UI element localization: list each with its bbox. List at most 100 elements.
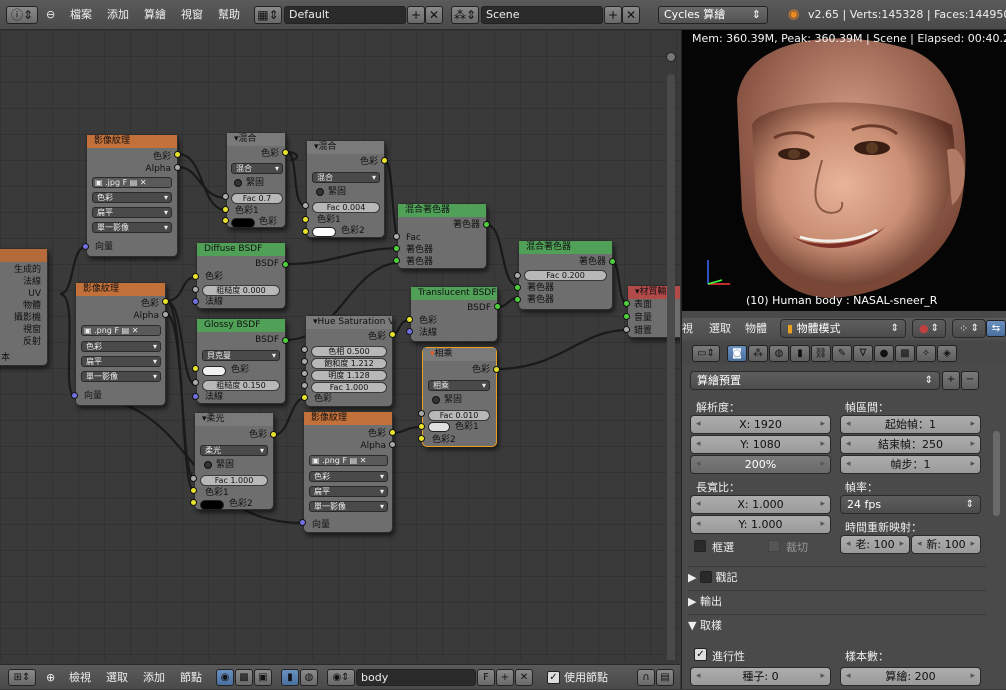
socket[interactable] <box>190 487 197 494</box>
crop-checkbox[interactable] <box>768 540 780 552</box>
menu-select[interactable]: 選取 <box>709 318 731 340</box>
socket[interactable] <box>514 296 521 303</box>
socket[interactable] <box>282 261 289 268</box>
socket[interactable] <box>192 365 199 372</box>
socket[interactable] <box>393 245 400 252</box>
socket[interactable] <box>71 392 78 399</box>
saturation-slider[interactable]: 飽和度 1.212 <box>311 358 387 369</box>
node-mix-shader-1[interactable]: 混合著色器 著色器 Fac 著色器 著色器 <box>397 203 487 269</box>
color-swatch[interactable] <box>202 366 226 376</box>
resolution-y-field[interactable]: Y: 1080 <box>690 435 831 454</box>
projection-dropdown[interactable]: 扁平 <box>309 486 388 497</box>
socket[interactable] <box>406 316 413 323</box>
fac-slider[interactable]: Fac 1.000 <box>200 475 268 486</box>
color2-swatch[interactable] <box>231 218 255 228</box>
image-selector[interactable]: ▣ .png F ▤ ✕ <box>81 325 161 336</box>
socket[interactable] <box>192 393 199 400</box>
frame-step-field[interactable]: 幀步：1 <box>840 455 981 474</box>
screen-layout-field[interactable]: Default <box>284 6 406 24</box>
socket[interactable] <box>514 284 521 291</box>
socket[interactable] <box>483 221 490 228</box>
socket[interactable] <box>389 441 396 448</box>
seed-field[interactable]: 種子: 0 <box>690 667 831 686</box>
fac-slider[interactable]: Fac 1.000 <box>311 382 387 393</box>
node-image-texture-1[interactable]: 影像紋理 色彩 Alpha ▣ .jpg F ▤ ✕ 色彩 扁平 單一影像 向量 <box>86 134 178 257</box>
fac-slider[interactable]: Fac 0.010 <box>428 410 490 421</box>
particles-tab-icon[interactable]: ✧ <box>916 345 936 362</box>
menu-view[interactable]: 視 <box>682 318 693 340</box>
socket[interactable] <box>301 370 308 377</box>
socket[interactable] <box>301 346 308 353</box>
blend-type-dropdown[interactable]: 混合 <box>312 172 380 183</box>
clamp-checkbox[interactable] <box>204 461 212 469</box>
hue-slider[interactable]: 色相 0.500 <box>311 346 387 357</box>
material-fake-user-button[interactable]: F <box>477 669 495 686</box>
socket[interactable] <box>270 431 277 438</box>
menu-file[interactable]: 檔案 <box>70 0 92 30</box>
render-presets-dropdown[interactable]: 算繪預置 <box>690 371 940 390</box>
node-image-texture-3[interactable]: 影像紋理 色彩 Alpha ▣ .png F ▤ ✕ 色彩 扁平 單一影像 向量 <box>303 411 393 533</box>
start-frame-field[interactable]: 起始幀：1 <box>840 415 981 434</box>
color-space-dropdown[interactable]: 色彩 <box>309 471 388 482</box>
projection-dropdown[interactable]: 扁平 <box>81 356 161 367</box>
physics-tab-icon[interactable]: ◈ <box>937 345 957 362</box>
shader-nodes-icon[interactable]: ◉ <box>216 669 234 686</box>
socket[interactable] <box>393 233 400 240</box>
snap-icon[interactable]: ∩ <box>637 669 655 686</box>
node-soft-light[interactable]: ▾柔光 色彩 柔光 緊固 Fac 1.000 色彩1 色彩2 <box>194 412 274 510</box>
socket[interactable] <box>623 300 630 307</box>
socket[interactable] <box>192 286 199 293</box>
menu-object[interactable]: 物體 <box>745 318 767 340</box>
roughness-slider[interactable]: 粗糙度 0.150 <box>202 380 280 391</box>
remap-new-field[interactable]: 新: 100 <box>911 535 981 554</box>
material-tab-sphere-icon[interactable]: ● <box>874 345 894 362</box>
roughness-slider[interactable]: 粗糙度 0.000 <box>202 285 280 296</box>
fac-slider[interactable]: Fac 0.004 <box>312 202 380 213</box>
pivot-dropdown[interactable]: ⁘ <box>952 319 986 338</box>
menu-help[interactable]: 幫助 <box>218 0 240 30</box>
resolution-x-field[interactable]: X: 1920 <box>690 415 831 434</box>
socket[interactable] <box>192 379 199 386</box>
stamp-checkbox[interactable] <box>699 571 712 583</box>
fac-slider[interactable]: Fac 0.7 <box>231 193 283 204</box>
modifiers-tab-wrench-icon[interactable]: ✎ <box>832 345 852 362</box>
socket[interactable] <box>514 272 521 279</box>
socket[interactable] <box>222 193 229 200</box>
border-checkbox[interactable] <box>694 540 706 552</box>
socket[interactable] <box>190 499 197 506</box>
node-editor[interactable]: 生成的 法線 UV 物體 攝影機 視窗 反射 本 影像紋理 色彩 Alpha ▣… <box>0 30 680 660</box>
node-glossy-bsdf[interactable]: Glossy BSDF BSDF 貝克曼 色彩 粗糙度 0.150 法線 <box>196 318 286 404</box>
socket[interactable] <box>418 410 425 417</box>
world-shader-icon[interactable]: ◍ <box>300 669 318 686</box>
menu-node[interactable]: 節點 <box>180 665 202 690</box>
stamp-panel-header[interactable]: ▶ 戳記 <box>688 566 986 588</box>
scene-field[interactable]: Scene <box>481 6 603 24</box>
texture-nodes-icon[interactable]: ▩ <box>235 669 253 686</box>
unlink-material-button[interactable]: ✕ <box>515 669 533 686</box>
fps-dropdown[interactable]: 24 fps <box>840 495 981 514</box>
scene-icon[interactable]: ⁂⇕ <box>451 6 479 24</box>
socket[interactable] <box>302 228 309 235</box>
socket[interactable] <box>299 519 306 526</box>
menu-add[interactable]: 添加 <box>143 665 165 690</box>
add-preset-button[interactable]: + <box>942 371 960 390</box>
menu-select[interactable]: 選取 <box>106 665 128 690</box>
remove-scene-button[interactable]: ✕ <box>622 6 640 24</box>
socket[interactable] <box>192 298 199 305</box>
source-dropdown[interactable]: 單一影像 <box>81 371 161 382</box>
socket[interactable] <box>393 257 400 264</box>
vertical-scrollbar[interactable] <box>667 74 675 660</box>
clamp-checkbox[interactable] <box>234 179 242 187</box>
aspect-x-field[interactable]: X: 1.000 <box>690 495 831 514</box>
node-translucent-bsdf[interactable]: Translucent BSDF BSDF 色彩 法線 <box>410 286 498 342</box>
socket[interactable] <box>623 326 630 333</box>
progressive-checkbox[interactable]: ✓ <box>694 648 707 661</box>
source-dropdown[interactable]: 單一影像 <box>92 222 172 233</box>
socket[interactable] <box>609 258 616 265</box>
projection-dropdown[interactable]: 扁平 <box>92 207 172 218</box>
socket[interactable] <box>418 423 425 430</box>
value-slider[interactable]: 明度 1.128 <box>311 370 387 381</box>
material-name-field[interactable]: body <box>356 669 476 686</box>
output-panel-header[interactable]: ▶ 輸出 <box>688 590 986 612</box>
node-texture-coordinate[interactable]: 生成的 法線 UV 物體 攝影機 視窗 反射 本 <box>0 248 48 366</box>
